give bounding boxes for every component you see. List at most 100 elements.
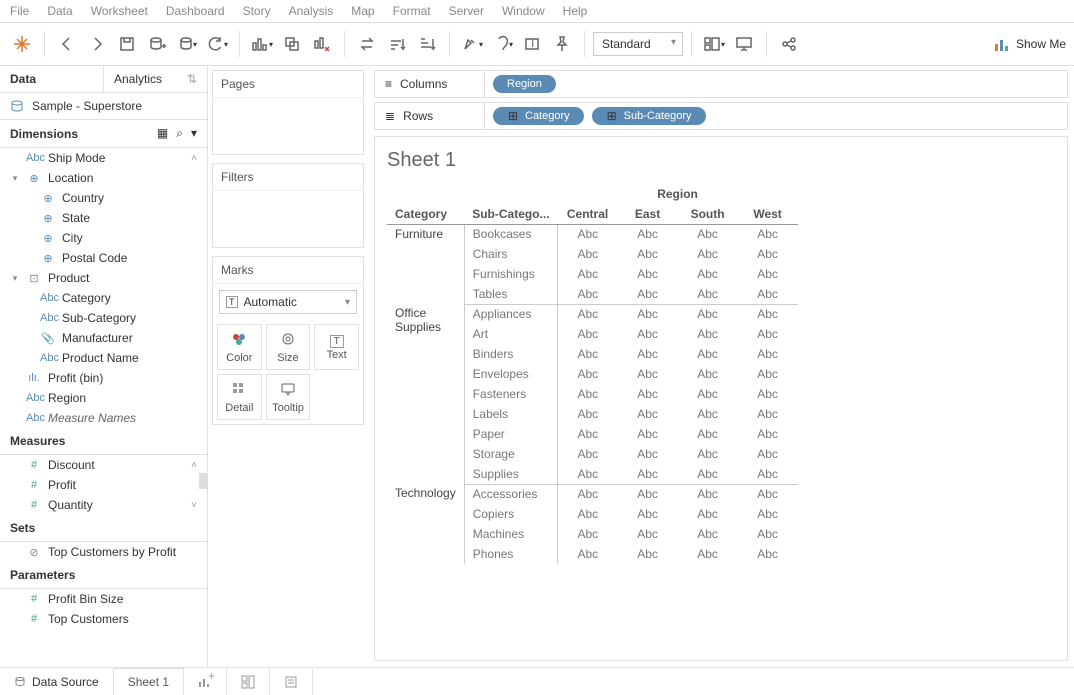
field-ship-mode[interactable]: AbcShip Mode˄ [0,148,207,168]
field-sub-category[interactable]: AbcSub-Category [0,308,207,328]
marks-size[interactable]: Size [266,324,311,370]
show-cards-button[interactable]: ▾ [700,30,728,58]
dimensions-list: AbcShip Mode˄▾⊕Location⊕Country⊕State⊕Ci… [0,148,207,428]
cards-pane: Pages Filters Marks TAutomatic ColorSize… [208,66,368,667]
pages-shelf[interactable]: Pages [212,70,364,155]
field-top-customers[interactable]: #Top Customers [0,609,207,629]
field-manufacturer[interactable]: 📎Manufacturer [0,328,207,348]
field-postal-code[interactable]: ⊕Postal Code [0,248,207,268]
field-quantity[interactable]: #Quantity˅ [0,495,207,515]
field-state[interactable]: ⊕State [0,208,207,228]
show-me-button[interactable]: Show Me [994,36,1066,52]
svg-text:+: + [208,669,215,683]
menu-map[interactable]: Map [351,4,374,18]
field-profit-bin-size[interactable]: #Profit Bin Size [0,589,207,609]
svg-text:T: T [529,36,537,50]
clear-button[interactable] [308,30,336,58]
menu-data[interactable]: Data [47,4,72,18]
parameters-header: Parameters [0,562,207,589]
menu-server[interactable]: Server [449,4,484,18]
datasource-row[interactable]: Sample - Superstore [0,93,207,120]
share-button[interactable] [775,30,803,58]
marks-color[interactable]: Color [217,324,262,370]
field-region[interactable]: AbcRegion [0,388,207,408]
pill-sub-category[interactable]: ⊞Sub-Category [592,107,706,125]
field-category[interactable]: AbcCategory [0,288,207,308]
fit-dropdown[interactable]: Standard [593,32,683,56]
rows-shelf[interactable]: ≣Rows ⊞Category⊞Sub-Category [374,102,1068,130]
field-top-customers-by-profit[interactable]: ⊘Top Customers by Profit [0,542,207,562]
menu-icon[interactable]: ▾ [191,126,197,141]
view-icon[interactable]: ▦ [157,126,168,141]
marks-tooltip[interactable]: Tooltip [266,374,311,420]
worksheet-area: ≡Columns Region ≣Rows ⊞Category⊞Sub-Cate… [368,66,1074,667]
menu-dashboard[interactable]: Dashboard [166,4,225,18]
marks-detail[interactable]: Detail [217,374,262,420]
presentation-button[interactable] [730,30,758,58]
datasource-icon [10,99,24,113]
field-location[interactable]: ▾⊕Location [0,168,207,188]
menu-help[interactable]: Help [563,4,588,18]
menu-window[interactable]: Window [502,4,545,18]
new-datasource-button[interactable] [143,30,171,58]
save-button[interactable] [113,30,141,58]
sheet-tabs: Data Source Sheet 1 + [0,667,1074,695]
marks-card: Marks TAutomatic ColorSizeTTextDetailToo… [212,256,364,425]
tableau-logo-icon [8,30,36,58]
pin-button[interactable] [548,30,576,58]
mark-type-dropdown[interactable]: TAutomatic [219,290,357,314]
field-discount[interactable]: #Discount˄ [0,455,207,475]
search-icon[interactable]: ⌕ [176,126,183,141]
data-pane: Data Analytics⇅ Sample - Superstore Dime… [0,66,208,667]
pill-region[interactable]: Region [493,75,556,93]
tab-data[interactable]: Data [0,66,103,92]
sets-header: Sets [0,515,207,542]
menu-worksheet[interactable]: Worksheet [91,4,148,18]
sheet-tab[interactable]: Sheet 1 [114,667,184,695]
new-worksheet-tab[interactable]: + [184,669,227,695]
columns-icon: ≡ [385,77,392,91]
back-button[interactable] [53,30,81,58]
duplicate-button[interactable] [278,30,306,58]
menu-bar: File Data Worksheet Dashboard Story Analysis M… [0,0,1074,22]
field-product-name[interactable]: AbcProduct Name [0,348,207,368]
rows-icon: ≣ [385,109,395,123]
new-worksheet-button[interactable]: ▾ [248,30,276,58]
new-dashboard-tab[interactable] [227,669,270,695]
tab-analytics[interactable]: Analytics⇅ [103,66,207,92]
parameters-list: #Profit Bin Size#Top Customers [0,589,207,629]
toolbar: ▾ ▾ ▾ ▾ ▾ T Standard ▾ Show Me [0,22,1074,66]
swap-button[interactable] [353,30,381,58]
sort-desc-button[interactable] [413,30,441,58]
field-profit[interactable]: #Profit [0,475,207,495]
forward-button[interactable] [83,30,111,58]
refresh-button[interactable]: ▾ [203,30,231,58]
measures-header: Measures [0,428,207,455]
field-product[interactable]: ▾⊡Product [0,268,207,288]
menu-analysis[interactable]: Analysis [289,4,334,18]
crosstab: RegionCategorySub-Catego...CentralEastSo… [387,184,798,564]
measures-list: #Discount˄#Profit#Quantity˅ [0,455,207,515]
columns-shelf[interactable]: ≡Columns Region [374,70,1068,98]
group-button[interactable]: ▾ [488,30,516,58]
marks-text[interactable]: TText [314,324,359,370]
new-story-tab[interactable] [270,669,313,695]
sheet-title[interactable]: Sheet 1 [387,149,1055,172]
pill-category[interactable]: ⊞Category [493,107,584,125]
datasource-tab[interactable]: Data Source [0,669,114,695]
label-button[interactable]: T [518,30,546,58]
menu-file[interactable]: File [10,4,29,18]
menu-story[interactable]: Story [243,4,271,18]
datasource-icon [14,676,26,688]
field-profit-bin-[interactable]: ılı.Profit (bin) [0,368,207,388]
menu-format[interactable]: Format [393,4,431,18]
sort-asc-button[interactable] [383,30,411,58]
highlight-button[interactable]: ▾ [458,30,486,58]
field-measure-names[interactable]: AbcMeasure Names [0,408,207,428]
sets-list: ⊘Top Customers by Profit [0,542,207,562]
field-city[interactable]: ⊕City [0,228,207,248]
viz-canvas[interactable]: Sheet 1 RegionCategorySub-Catego...Centr… [374,136,1068,661]
filters-shelf[interactable]: Filters [212,163,364,248]
field-country[interactable]: ⊕Country [0,188,207,208]
pause-updates-button[interactable]: ▾ [173,30,201,58]
